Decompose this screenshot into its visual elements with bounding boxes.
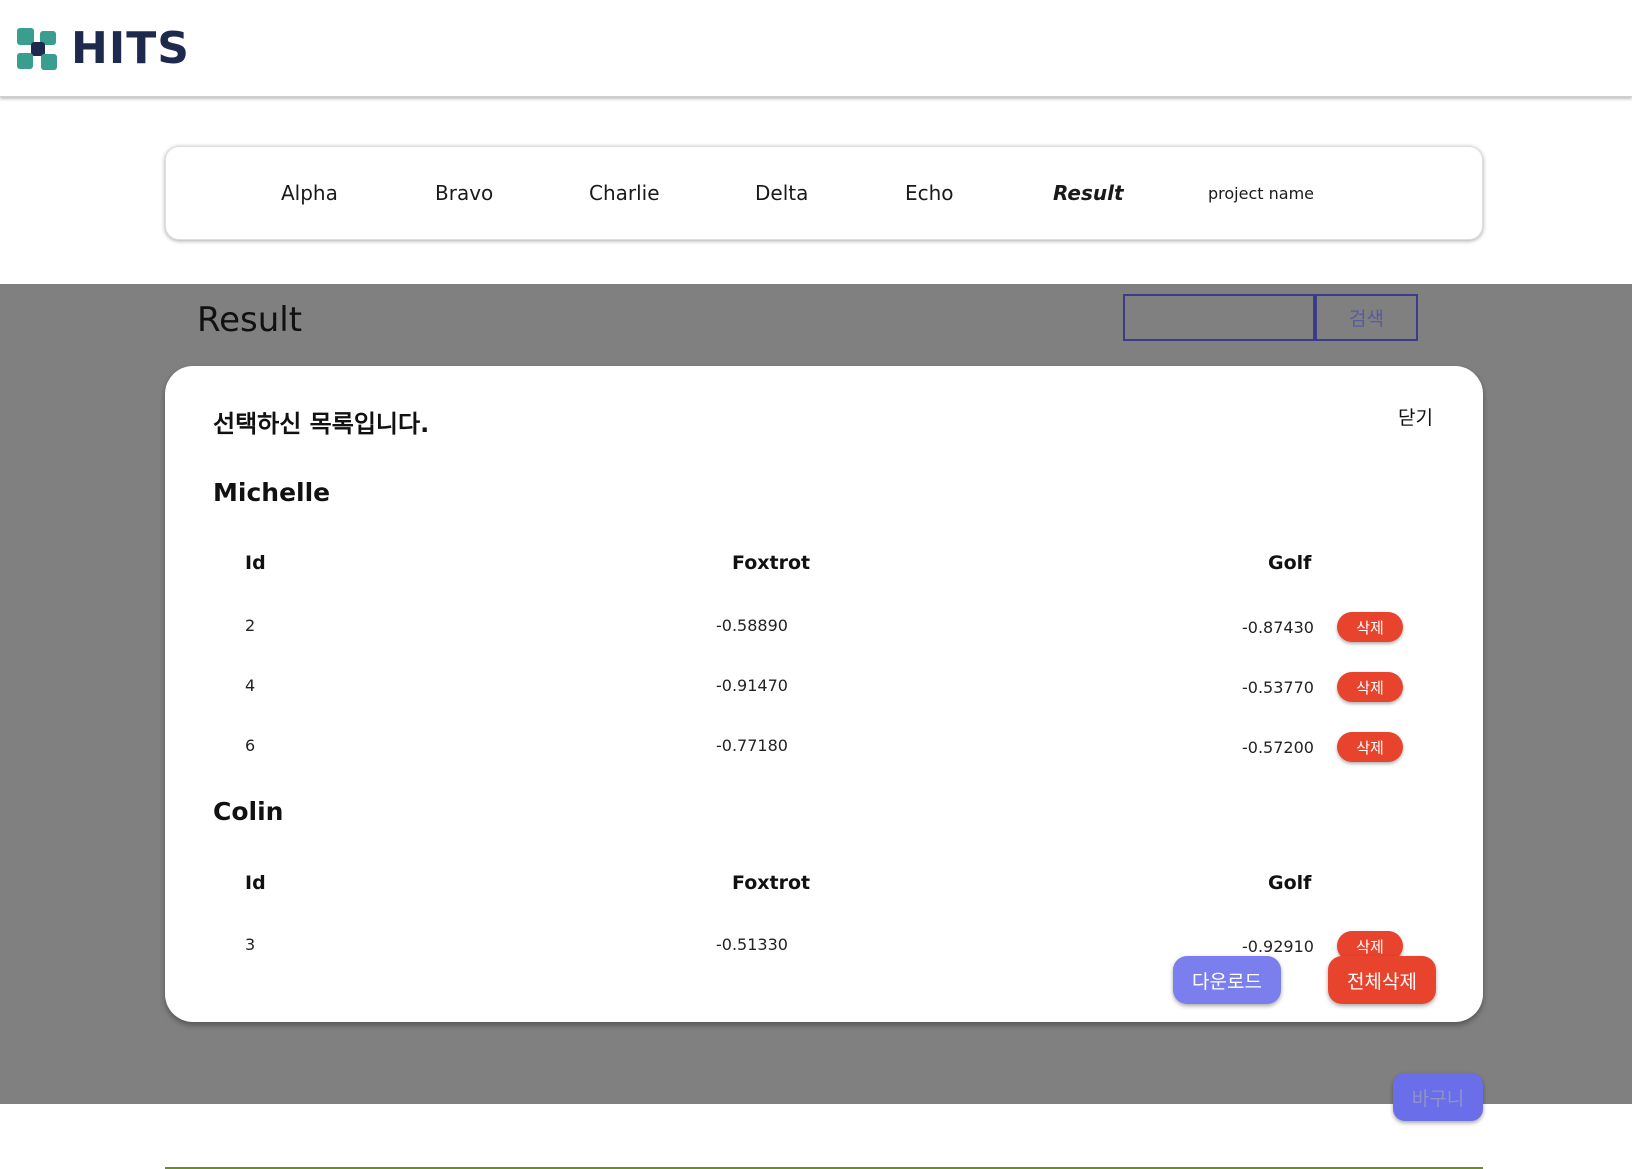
column-header-foxtrot: Foxtrot [732, 552, 811, 574]
cell-golf: -0.92910 [1242, 937, 1314, 956]
column-header-foxtrot: Foxtrot [732, 872, 811, 894]
search-input[interactable] [1123, 294, 1315, 341]
page-title: Result [197, 300, 303, 340]
nav-item-delta[interactable]: Delta [755, 181, 808, 205]
cell-golf: -0.87430 [1242, 618, 1314, 637]
download-button[interactable]: 다운로드 [1173, 956, 1281, 1004]
nav-item-result[interactable]: Result [1053, 181, 1124, 205]
cell-id: 3 [245, 935, 256, 954]
nav-item-bravo[interactable]: Bravo [435, 181, 493, 205]
logo[interactable]: HITS [17, 26, 190, 72]
column-header-golf: Golf [1268, 872, 1312, 894]
hits-logo-icon [17, 28, 59, 70]
delete-row-button[interactable]: 삭제 [1337, 672, 1403, 702]
cell-foxtrot: -0.91470 [716, 676, 788, 695]
modal-title: 선택하신 목록입니다. [213, 410, 430, 438]
cell-id: 4 [245, 676, 256, 695]
delete-all-button[interactable]: 전체삭제 [1328, 956, 1436, 1004]
nav-item-project-name[interactable]: project name [1208, 184, 1314, 203]
cell-id: 2 [245, 616, 256, 635]
selection-modal: 선택하신 목록입니다. 닫기 Michelle Id Foxtrot Golf … [165, 366, 1483, 1022]
nav-item-alpha[interactable]: Alpha [281, 181, 338, 205]
cell-golf: -0.53770 [1242, 678, 1314, 697]
nav-item-charlie[interactable]: Charlie [589, 181, 660, 205]
cell-foxtrot: -0.51330 [716, 935, 788, 954]
nav-item-echo[interactable]: Echo [905, 181, 954, 205]
search-button[interactable]: 검색 [1315, 294, 1418, 341]
basket-button[interactable]: 바구니 [1393, 1073, 1483, 1121]
column-header-id: Id [245, 872, 266, 894]
column-header-golf: Golf [1268, 552, 1312, 574]
group-name-colin: Colin [213, 797, 284, 826]
nav-bar: Alpha Bravo Charlie Delta Echo Result pr… [165, 146, 1483, 240]
cell-foxtrot: -0.58890 [716, 616, 788, 635]
close-button[interactable]: 닫기 [1398, 403, 1433, 430]
delete-row-button[interactable]: 삭제 [1337, 612, 1403, 642]
cell-golf: -0.57200 [1242, 738, 1314, 757]
top-header: HITS [0, 0, 1632, 97]
logo-text: HITS [71, 23, 190, 74]
group-name-michelle: Michelle [213, 478, 331, 507]
column-header-id: Id [245, 552, 266, 574]
cell-id: 6 [245, 736, 256, 755]
cell-foxtrot: -0.77180 [716, 736, 788, 755]
delete-row-button[interactable]: 삭제 [1337, 732, 1403, 762]
